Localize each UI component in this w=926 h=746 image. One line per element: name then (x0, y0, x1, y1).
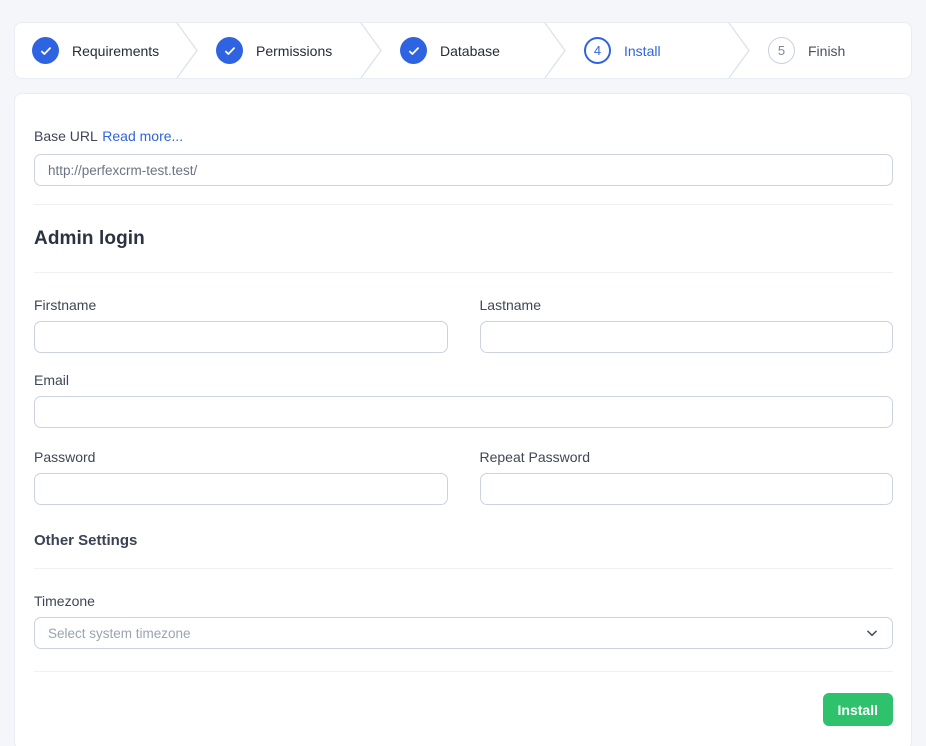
firstname-field-group: Firstname (34, 297, 448, 353)
email-input[interactable] (34, 396, 893, 428)
divider (34, 272, 893, 273)
install-wizard-stepper: Requirements Permissions Database 4 Inst… (14, 22, 912, 79)
step-separator-chevron-icon (543, 23, 567, 78)
step-label: Requirements (72, 43, 159, 59)
other-settings-heading: Other Settings (34, 532, 893, 549)
lastname-label: Lastname (480, 297, 894, 313)
password-field-group: Password (34, 449, 448, 505)
repeat-password-input[interactable] (480, 473, 894, 505)
step-separator-chevron-icon (175, 23, 199, 78)
base-url-input[interactable] (34, 154, 893, 186)
firstname-input[interactable] (34, 321, 448, 353)
step-permissions[interactable]: Permissions (199, 23, 359, 78)
check-icon (216, 37, 243, 64)
step-install[interactable]: 4 Install (567, 23, 727, 78)
timezone-label: Timezone (34, 593, 893, 609)
install-button[interactable]: Install (823, 693, 893, 726)
password-input[interactable] (34, 473, 448, 505)
lastname-field-group: Lastname (480, 297, 894, 353)
chevron-down-icon (865, 626, 879, 640)
step-finish[interactable]: 5 Finish (751, 23, 911, 78)
install-form-card: Base URL Read more... Admin login Firstn… (14, 93, 912, 746)
read-more-link[interactable]: Read more... (102, 128, 183, 144)
check-icon (32, 37, 59, 64)
check-icon (400, 37, 427, 64)
divider (34, 204, 893, 205)
form-footer: Install (34, 693, 893, 726)
admin-login-heading: Admin login (34, 228, 893, 250)
repeat-password-label: Repeat Password (480, 449, 894, 465)
step-separator-chevron-icon (727, 23, 751, 78)
divider (34, 671, 893, 672)
lastname-input[interactable] (480, 321, 894, 353)
base-url-label: Base URL (34, 128, 98, 144)
firstname-label: Firstname (34, 297, 448, 313)
step-requirements[interactable]: Requirements (15, 23, 175, 78)
step-separator-chevron-icon (359, 23, 383, 78)
step-label: Install (624, 43, 661, 59)
timezone-select[interactable]: Select system timezone (34, 617, 893, 649)
step-database[interactable]: Database (383, 23, 543, 78)
base-url-label-row: Base URL Read more... (34, 128, 893, 146)
password-label: Password (34, 449, 448, 465)
timezone-placeholder: Select system timezone (48, 626, 191, 641)
step-number-badge: 5 (768, 37, 795, 64)
step-label: Database (440, 43, 500, 59)
step-label: Finish (808, 43, 845, 59)
email-label: Email (34, 372, 893, 388)
step-label: Permissions (256, 43, 332, 59)
divider (34, 568, 893, 569)
repeat-password-field-group: Repeat Password (480, 449, 894, 505)
step-number-badge: 4 (584, 37, 611, 64)
